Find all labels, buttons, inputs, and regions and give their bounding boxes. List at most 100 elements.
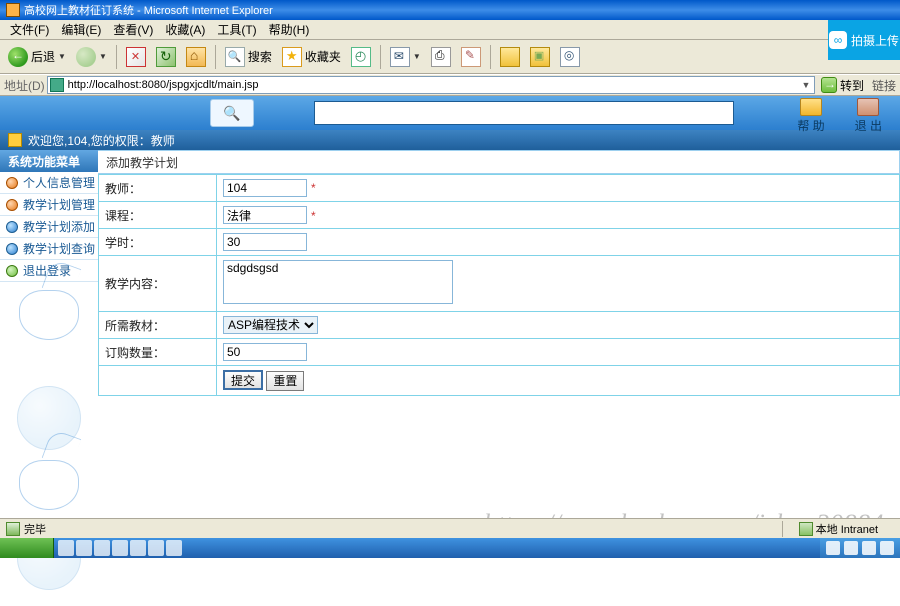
go-label: 转到	[840, 77, 864, 94]
course-input[interactable]	[223, 206, 307, 224]
edit-button[interactable]	[457, 45, 485, 69]
content-textarea[interactable]: sdgdsgsd	[223, 260, 453, 304]
submit-button[interactable]: 提交	[223, 370, 263, 390]
teacher-input[interactable]	[223, 179, 307, 197]
ql-icon[interactable]	[58, 540, 74, 556]
back-label: 后退	[31, 48, 55, 65]
qty-input[interactable]	[223, 343, 307, 361]
done-icon	[6, 522, 20, 536]
main-area: 系统功能菜单 个人信息管理 教学计划管理 教学计划添加 教学计划查询 退出登录 …	[0, 150, 900, 565]
go-button[interactable]: 转到	[821, 77, 864, 94]
sidebar-item-profile[interactable]: 个人信息管理	[0, 172, 98, 194]
refresh-button[interactable]	[152, 45, 180, 69]
ql-icon[interactable]	[76, 540, 92, 556]
magnify-icon	[560, 47, 580, 67]
menu-file[interactable]: 文件(F)	[4, 19, 55, 40]
reset-button[interactable]: 重置	[266, 371, 304, 391]
hours-label: 学时：	[99, 229, 217, 256]
sidebar-item-label: 教学计划添加	[23, 218, 95, 235]
links-label[interactable]: 链接	[872, 77, 896, 94]
help-button[interactable]: 帮 助	[797, 98, 824, 134]
history-button[interactable]	[347, 45, 375, 69]
bullet-icon	[6, 265, 18, 277]
welcome-text: 欢迎您,104,您的权限：教师	[28, 132, 175, 149]
address-input-wrap: ▼	[47, 76, 815, 94]
chevron-down-icon: ▼	[58, 52, 66, 61]
ql-icon[interactable]	[94, 540, 110, 556]
exit-icon	[857, 98, 879, 116]
hours-input[interactable]	[223, 233, 307, 251]
header-search-input[interactable]	[314, 101, 734, 125]
content: 添加教学计划 教师： * 课程： * 学时： 教学内容： sdgdsgsd 所需…	[98, 150, 900, 565]
capture-upload-label: 拍摄上传	[851, 32, 899, 49]
bullet-icon	[6, 177, 18, 189]
menu-tools[interactable]: 工具(T)	[211, 19, 262, 40]
tray-icon[interactable]	[826, 541, 840, 555]
sidebar-item-label: 教学计划查询	[23, 240, 95, 257]
mouse-decoration	[19, 290, 79, 340]
tray-icon[interactable]	[862, 541, 876, 555]
module-button[interactable]	[526, 45, 554, 69]
start-button[interactable]	[0, 538, 54, 558]
back-arrow-icon	[8, 47, 28, 67]
app-icon	[6, 3, 20, 17]
taskbar	[0, 538, 900, 558]
home-button[interactable]	[182, 45, 210, 69]
sidebar-item-plan-manage[interactable]: 教学计划管理	[0, 194, 98, 216]
sidebar-item-plan-query[interactable]: 教学计划查询	[0, 238, 98, 260]
content-label: 教学内容：	[99, 256, 217, 312]
ql-icon[interactable]	[130, 540, 146, 556]
link-icon: ∞	[829, 31, 847, 49]
search-button[interactable]: 搜索	[221, 45, 276, 69]
menu-favorites[interactable]: 收藏(A)	[159, 19, 211, 40]
teacher-label: 教师：	[99, 175, 217, 202]
ql-icon[interactable]	[148, 540, 164, 556]
exit-button[interactable]: 退 出	[855, 98, 882, 134]
research-button[interactable]	[556, 45, 584, 69]
address-dropdown[interactable]: ▼	[798, 80, 814, 90]
tray-icon[interactable]	[844, 541, 858, 555]
sidebar-title: 系统功能菜单	[0, 150, 98, 172]
stop-button[interactable]	[122, 45, 150, 69]
capture-upload-badge[interactable]: ∞ 拍摄上传	[828, 20, 900, 60]
quick-launch	[54, 540, 186, 556]
mouse-decoration	[19, 460, 79, 510]
ql-icon[interactable]	[112, 540, 128, 556]
menu-view[interactable]: 查看(V)	[107, 19, 159, 40]
search-label: 搜索	[248, 48, 272, 65]
required-mark: *	[311, 209, 316, 223]
help-icon	[800, 98, 822, 116]
cube-icon	[530, 47, 550, 67]
course-label: 课程：	[99, 202, 217, 229]
forward-button[interactable]: ▼	[72, 45, 111, 69]
user-icon	[8, 133, 22, 147]
sidebar-item-label: 教学计划管理	[23, 196, 95, 213]
tray-icon[interactable]	[880, 541, 894, 555]
window-title: 高校网上教材征订系统 - Microsoft Internet Explorer	[24, 2, 273, 18]
header-logo	[210, 99, 254, 127]
favorites-button[interactable]: 收藏夹	[278, 45, 345, 69]
mail-icon	[390, 47, 410, 67]
home-icon	[186, 47, 206, 67]
window-titlebar: 高校网上教材征订系统 - Microsoft Internet Explorer	[0, 0, 900, 20]
folder-icon	[500, 47, 520, 67]
print-button[interactable]	[427, 45, 455, 69]
ql-icon[interactable]	[166, 540, 182, 556]
sidebar-item-logout[interactable]: 退出登录	[0, 260, 98, 282]
sidebar-item-plan-add[interactable]: 教学计划添加	[0, 216, 98, 238]
chevron-down-icon: ▼	[99, 52, 107, 61]
folder-button[interactable]	[496, 45, 524, 69]
separator	[215, 45, 216, 69]
menu-edit[interactable]: 编辑(E)	[55, 19, 107, 40]
address-bar: 地址(D) ▼ 转到 链接	[0, 74, 900, 96]
help-label: 帮 助	[797, 117, 824, 134]
menu-help[interactable]: 帮助(H)	[263, 19, 316, 40]
status-zone: 本地 Intranet	[782, 521, 894, 537]
separator	[116, 45, 117, 69]
zone-icon	[799, 522, 813, 536]
form-table: 教师： * 课程： * 学时： 教学内容： sdgdsgsd 所需教材： ASP…	[98, 174, 900, 396]
back-button[interactable]: 后退 ▼	[4, 45, 70, 69]
mail-button[interactable]: ▼	[386, 45, 425, 69]
material-select[interactable]: ASP编程技术	[223, 316, 318, 334]
address-input[interactable]	[66, 79, 798, 91]
